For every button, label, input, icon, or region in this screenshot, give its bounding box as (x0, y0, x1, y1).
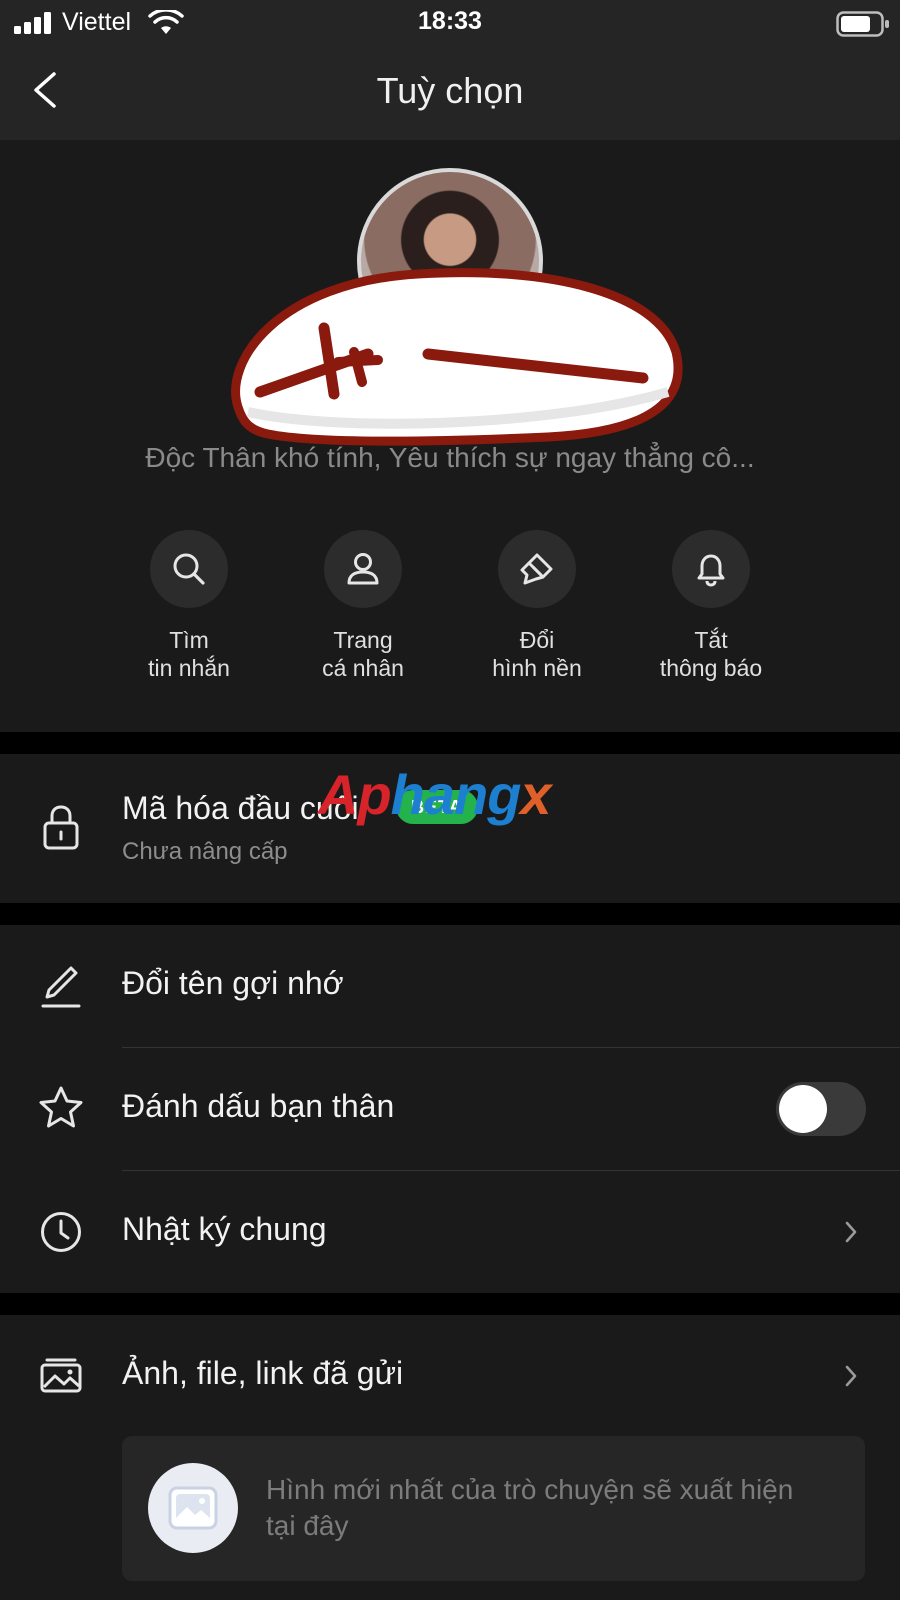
search-messages-line1: Tìm (169, 627, 209, 653)
star-icon (38, 1085, 84, 1131)
media-empty-hint: Hình mới nhất của trò chuyện sẽ xuất hiệ… (266, 1474, 794, 1541)
profile-page-button[interactable]: Trang cá nhân (276, 530, 450, 682)
mute-notifications-button[interactable]: Tắt thông báo (624, 530, 798, 682)
clock-icon (38, 1209, 84, 1255)
profile-section: Độc Thân khó tính, Yêu thích sự ngay thẳ… (0, 140, 900, 732)
best-friend-toggle[interactable] (776, 1082, 866, 1136)
rename-nickname-row[interactable]: Đổi tên gợi nhớ (0, 925, 900, 1047)
lock-icon (38, 804, 84, 850)
pencil-icon (38, 963, 84, 1009)
watermark-part3: x (520, 763, 551, 826)
bell-icon (672, 530, 750, 608)
watermark-logo: Aphangx (318, 762, 552, 827)
toggle-knob (779, 1085, 827, 1133)
sent-media-row[interactable]: Ảnh, file, link đã gửi (0, 1315, 900, 1425)
status-bar: Viettel 18:33 (0, 0, 900, 46)
profile-page-label: Trang cá nhân (276, 626, 450, 682)
media-section: Ảnh, file, link đã gửi Hình mới nhất của… (0, 1315, 900, 1600)
status-time: 18:33 (418, 7, 482, 35)
image-placeholder-icon (148, 1463, 238, 1553)
gallery-icon (38, 1351, 84, 1397)
shared-journal-row[interactable]: Nhật ký chung (0, 1171, 900, 1293)
paint-brush-icon (498, 530, 576, 608)
search-icon (150, 530, 228, 608)
shared-journal-label: Nhật ký chung (122, 1211, 327, 1247)
best-friend-label: Đánh dấu bạn thân (122, 1088, 395, 1124)
battery-icon (836, 11, 889, 37)
page-title: Tuỳ chọn (376, 70, 524, 111)
sent-media-label: Ảnh, file, link đã gửi (122, 1355, 404, 1391)
search-messages-line2: tin nhắn (148, 655, 230, 681)
sticker-overlay (231, 268, 683, 446)
profile-status-message: Độc Thân khó tính, Yêu thích sự ngay thẳ… (145, 442, 755, 473)
chevron-right-icon (845, 1221, 857, 1243)
chevron-right-icon (845, 1365, 857, 1387)
encryption-subtitle: Chưa nâng cấp (122, 838, 288, 865)
profile-page-line2: cá nhân (322, 655, 404, 681)
mute-notifications-line2: thông báo (659, 655, 763, 681)
top-bar: Viettel 18:33 Tuỳ chọn (0, 0, 900, 140)
search-messages-label: Tìm tin nhắn (102, 626, 276, 682)
watermark-part2: hang (390, 763, 522, 826)
change-background-label: Đổi hình nền (450, 626, 624, 682)
profile-page-line1: Trang (333, 627, 393, 653)
best-friend-row: Đánh dấu bạn thân (0, 1048, 900, 1170)
change-background-line2: hình nền (492, 655, 582, 681)
change-background-button[interactable]: Đổi hình nền (450, 530, 624, 682)
quick-actions: Tìm tin nhắn Trang cá nhân Đổi hình nền … (0, 530, 900, 690)
rename-nickname-label: Đổi tên gợi nhớ (122, 965, 344, 1001)
watermark-part1: Ap (318, 763, 392, 826)
mute-notifications-label: Tắt thông báo (624, 626, 798, 682)
settings-list: Đổi tên gợi nhớ Đánh dấu bạn thân Nhật k… (0, 925, 900, 1293)
change-background-line1: Đổi (519, 627, 555, 653)
media-preview-card[interactable]: Hình mới nhất của trò chuyện sẽ xuất hiệ… (122, 1436, 865, 1581)
person-icon (324, 530, 402, 608)
mute-notifications-line1: Tắt (694, 627, 728, 653)
search-messages-button[interactable]: Tìm tin nhắn (102, 530, 276, 682)
